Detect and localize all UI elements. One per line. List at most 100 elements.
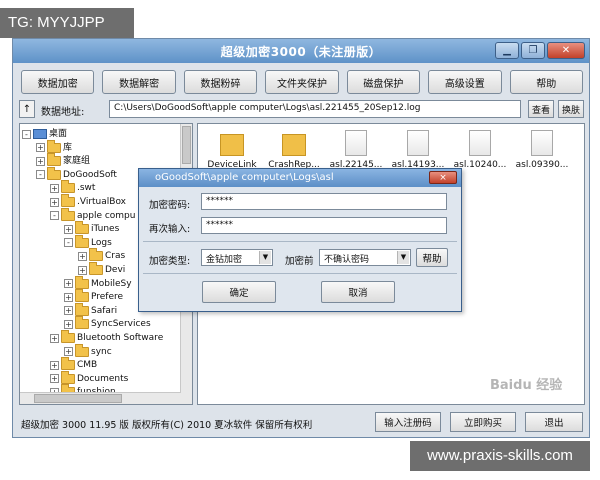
- file-item[interactable]: asl.09390...: [512, 130, 572, 170]
- tree-item-label: CMB: [77, 360, 98, 371]
- scroll-thumb[interactable]: [34, 394, 122, 403]
- skin-button[interactable]: 换肤: [558, 100, 584, 118]
- collapse-icon[interactable]: -: [50, 211, 59, 221]
- tree-item[interactable]: + SyncServices: [64, 316, 151, 331]
- tree-item[interactable]: + Prefere: [64, 289, 124, 304]
- address-label: 数据地址:: [41, 107, 85, 118]
- file-item[interactable]: CrashRep...: [264, 130, 324, 170]
- file-item[interactable]: asl.10240...: [450, 130, 510, 170]
- chevron-down-icon: ▼: [397, 251, 409, 264]
- folder-icon: [220, 134, 244, 156]
- tree-item[interactable]: + Safari: [64, 302, 117, 318]
- cancel-button[interactable]: 取消: [321, 281, 395, 303]
- disk-protect-button[interactable]: 磁盘保护: [346, 70, 421, 94]
- tree-item[interactable]: + Cras: [78, 248, 125, 263]
- folder-icon: [89, 262, 103, 275]
- expand-icon[interactable]: +: [78, 251, 87, 261]
- dialog-close-icon[interactable]: ×: [429, 171, 457, 184]
- expand-icon[interactable]: +: [50, 360, 59, 370]
- expand-icon[interactable]: +: [50, 333, 59, 343]
- buy-now-button[interactable]: 立即购买: [450, 412, 516, 432]
- folder-icon: [75, 343, 89, 357]
- expand-icon[interactable]: +: [50, 374, 59, 384]
- expand-icon[interactable]: +: [50, 197, 59, 207]
- expand-icon[interactable]: +: [64, 347, 73, 357]
- confirm-password-input[interactable]: ******: [201, 217, 447, 234]
- tree-item-label: sync: [91, 346, 112, 357]
- tree-item[interactable]: + Devi: [78, 262, 126, 277]
- tree-item[interactable]: + iTunes: [64, 221, 120, 236]
- view-button[interactable]: 查看: [528, 100, 554, 118]
- collapse-icon[interactable]: -: [36, 170, 45, 180]
- shred-button[interactable]: 数据粉碎: [183, 70, 258, 94]
- tree-item-label: Devi: [105, 265, 126, 275]
- encryption-type-select[interactable]: 金钻加密 ▼: [201, 249, 273, 266]
- expand-icon[interactable]: +: [64, 224, 73, 234]
- dialog-help-button[interactable]: 帮助: [416, 248, 448, 267]
- dialog-title[interactable]: oGoodSoft\apple computer\Logs\asl: [139, 169, 461, 187]
- folder-icon: [47, 153, 61, 167]
- tree-item[interactable]: - apple compu: [50, 207, 135, 223]
- collapse-icon[interactable]: -: [64, 238, 73, 248]
- close-icon[interactable]: ✕: [547, 42, 585, 59]
- before-encrypt-select[interactable]: 不确认密码 ▼: [319, 249, 411, 266]
- status-text: 超级加密 3000 11.95 版 版权所有(C) 2010 夏冰软件 保留所有…: [21, 420, 313, 431]
- exit-button[interactable]: 退出: [525, 412, 583, 432]
- file-item[interactable]: asl.22145...: [326, 130, 386, 170]
- folder-icon: [61, 357, 75, 371]
- expand-icon[interactable]: +: [36, 143, 45, 153]
- tree-item[interactable]: + Bluetooth Software: [50, 330, 164, 345]
- collapse-icon[interactable]: -: [22, 129, 31, 139]
- decrypt-button[interactable]: 数据解密: [102, 70, 176, 94]
- folder-icon: [61, 370, 75, 384]
- file-item[interactable]: DeviceLink: [202, 130, 262, 170]
- encryption-type-label: 加密类型:: [149, 256, 191, 267]
- restore-icon[interactable]: ❐: [521, 42, 545, 59]
- help-button[interactable]: 帮助: [509, 70, 583, 94]
- baidu-watermark: Baidu 经验: [490, 378, 563, 393]
- address-input[interactable]: C:\Users\DoGoodSoft\apple computer\Logs\…: [109, 100, 521, 118]
- expand-icon[interactable]: +: [36, 156, 45, 166]
- expand-icon[interactable]: +: [78, 265, 87, 275]
- expand-icon[interactable]: +: [64, 292, 73, 302]
- dialog-divider: [143, 241, 457, 242]
- tree-item[interactable]: - Logs: [64, 234, 112, 250]
- ok-button[interactable]: 确定: [202, 281, 276, 303]
- folder-protect-button[interactable]: 文件夹保护: [265, 70, 339, 94]
- file-item[interactable]: asl.14193...: [388, 130, 448, 170]
- window-titlebar[interactable]: 超级加密3000（未注册版） ▁ ❐ ✕: [13, 39, 589, 63]
- expand-icon[interactable]: +: [64, 319, 73, 329]
- password-label: 加密密码:: [149, 200, 191, 211]
- tree-horizontal-scrollbar[interactable]: [20, 392, 181, 404]
- dialog-divider: [143, 273, 457, 274]
- folder-icon: [75, 234, 89, 248]
- register-button[interactable]: 输入注册码: [375, 412, 441, 432]
- minimize-icon[interactable]: ▁: [495, 42, 519, 59]
- encrypt-button[interactable]: 数据加密: [21, 70, 95, 94]
- folder-icon: [75, 289, 89, 303]
- tree-item-label: Bluetooth Software: [77, 333, 164, 343]
- tree-item[interactable]: + 家庭组: [36, 153, 90, 168]
- advanced-settings-button[interactable]: 高级设置: [428, 70, 502, 94]
- tree-item[interactable]: - DoGoodSoft: [36, 166, 117, 182]
- folder-icon: [61, 330, 75, 343]
- tree-item-label: .swt: [77, 183, 96, 194]
- folder-icon: [47, 139, 61, 153]
- tree-item[interactable]: + sync: [64, 343, 112, 359]
- tree-item-label: iTunes: [91, 224, 120, 235]
- scroll-thumb[interactable]: [182, 126, 191, 164]
- watermark-url: www.praxis-skills.com: [410, 441, 590, 471]
- expand-icon[interactable]: +: [50, 183, 59, 193]
- tree-item-label: Prefere: [91, 292, 124, 303]
- up-arrow-icon[interactable]: ↑: [19, 100, 35, 118]
- tree-item[interactable]: + .swt: [50, 180, 96, 195]
- tree-item[interactable]: + CMB: [50, 357, 98, 372]
- expand-icon[interactable]: +: [64, 279, 73, 289]
- folder-icon: [75, 302, 89, 316]
- tree-item[interactable]: - 桌面: [22, 127, 67, 141]
- folder-icon: [282, 134, 306, 156]
- tree-item-label: .VirtualBox: [77, 197, 126, 207]
- folder-icon: [75, 221, 89, 235]
- password-input[interactable]: ******: [201, 193, 447, 210]
- expand-icon[interactable]: +: [64, 306, 73, 316]
